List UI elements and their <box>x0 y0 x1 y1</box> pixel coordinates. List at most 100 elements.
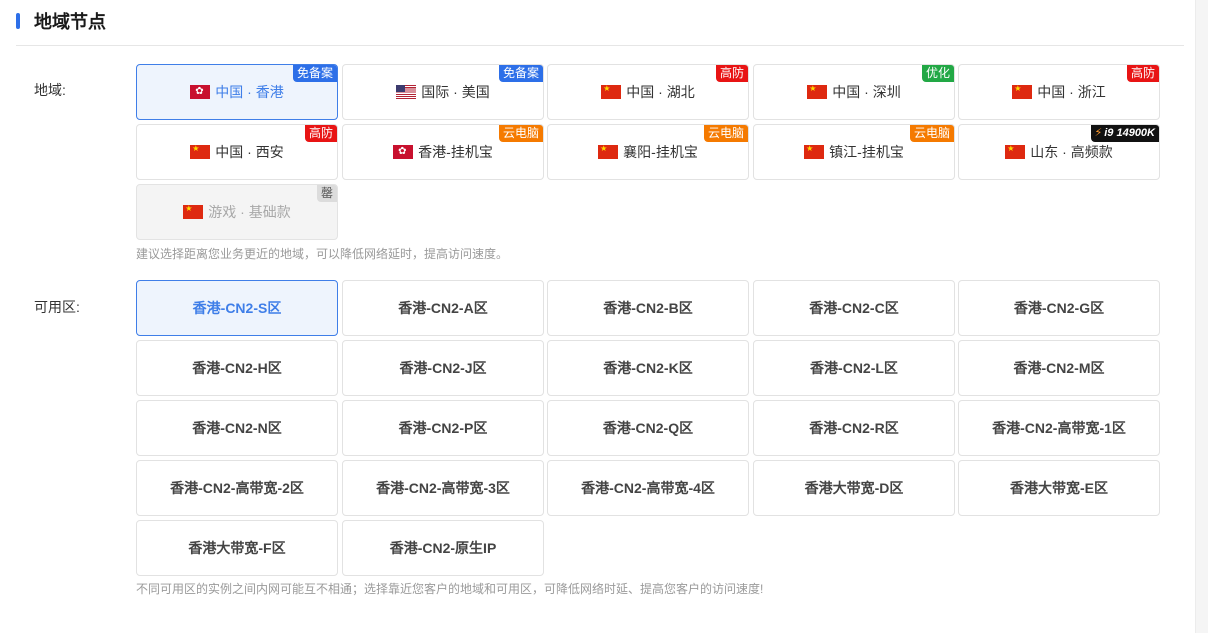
region-badge: 免备案 <box>498 65 543 82</box>
page-scrollbar[interactable] <box>1195 0 1208 633</box>
china-flag-icon <box>804 145 825 159</box>
zone-option-label: 香港大带宽-F区 <box>188 540 286 556</box>
zone-option[interactable]: 香港-CN2-A区 <box>342 280 544 336</box>
region-badge-text: i9 14900K <box>1104 127 1155 139</box>
region-label: 地域: <box>34 82 66 98</box>
zone-option[interactable]: 香港-CN2-J区 <box>342 340 544 396</box>
zone-option-label: 香港-CN2-A区 <box>398 300 488 316</box>
region-option: 游戏 · 基础款 罄 <box>136 184 338 240</box>
zone-option-label: 香港-CN2-K区 <box>603 360 693 376</box>
zone-option-label: 香港-CN2-高带宽-2区 <box>170 480 304 496</box>
zone-option-label: 香港-CN2-Q区 <box>602 420 694 436</box>
us-flag-icon <box>396 85 417 99</box>
region-option[interactable]: 中国 · 浙江 高防 <box>958 64 1160 120</box>
region-option-label: 香港-挂机宝 <box>418 144 493 160</box>
region-option-label: 游戏 · 基础款 <box>208 204 291 220</box>
zone-option-label: 香港大带宽-E区 <box>1010 480 1108 496</box>
region-option[interactable]: 中国 · 深圳 优化 <box>753 64 955 120</box>
zone-option[interactable]: 香港-CN2-高带宽-3区 <box>342 460 544 516</box>
region-option-label: 中国 · 香港 <box>215 84 284 100</box>
zone-option-label: 香港-CN2-H区 <box>192 360 282 376</box>
zone-option-label: 香港-CN2-N区 <box>192 420 282 436</box>
region-option-label: 山东 · 高频款 <box>1030 144 1113 160</box>
zone-option[interactable]: 香港-CN2-高带宽-4区 <box>547 460 749 516</box>
region-badge: 罄 <box>316 185 337 202</box>
region-badge-text: 高防 <box>719 66 744 80</box>
zone-option[interactable]: 香港-CN2-R区 <box>753 400 955 456</box>
zone-option-label: 香港-CN2-S区 <box>192 300 282 316</box>
region-badge: 高防 <box>1126 65 1159 82</box>
zone-option[interactable]: 香港-CN2-S区 <box>136 280 338 336</box>
region-badge: 云电脑 <box>703 125 748 142</box>
zone-option-label: 香港-CN2-L区 <box>810 360 898 376</box>
zone-option[interactable]: 香港-CN2-高带宽-2区 <box>136 460 338 516</box>
china-flag-icon <box>1005 145 1026 159</box>
china-flag-icon <box>1012 85 1033 99</box>
region-badge: 高防 <box>304 125 337 142</box>
zone-option-label: 香港-CN2-C区 <box>809 300 899 316</box>
zone-option-label: 香港-CN2-高带宽-1区 <box>992 420 1126 436</box>
region-option-label: 中国 · 湖北 <box>626 84 695 100</box>
zone-option-label: 香港-CN2-G区 <box>1013 300 1105 316</box>
lightning-icon: ⚡ <box>1094 127 1103 139</box>
zone-option-label: 香港-CN2-R区 <box>809 420 899 436</box>
region-option[interactable]: 中国 · 香港免备案 <box>136 64 338 120</box>
zone-option[interactable]: 香港-CN2-C区 <box>753 280 955 336</box>
region-option[interactable]: 国际 · 美国 免备案 <box>342 64 544 120</box>
section-divider <box>16 45 1184 46</box>
region-option-label: 中国 · 浙江 <box>1037 84 1106 100</box>
region-badge: 优化 <box>921 65 954 82</box>
zone-option[interactable]: 香港大带宽-E区 <box>958 460 1160 516</box>
china-flag-icon <box>190 145 211 159</box>
region-option[interactable]: 中国 · 湖北 高防 <box>547 64 749 120</box>
region-badge: 云电脑 <box>909 125 954 142</box>
region-option[interactable]: 中国 · 西安 高防 <box>136 124 338 180</box>
section-accent-bar <box>16 13 20 29</box>
region-badge-text: 高防 <box>308 126 333 140</box>
hong-kong-flag-icon <box>190 85 211 99</box>
zone-option-label: 香港-CN2-高带宽-3区 <box>376 480 510 496</box>
zone-option[interactable]: 香港-CN2-B区 <box>547 280 749 336</box>
zone-option-label: 香港-CN2-高带宽-4区 <box>581 480 715 496</box>
region-option[interactable]: 山东 · 高频款 ⚡i9 14900K <box>958 124 1160 180</box>
region-badge-text: 云电脑 <box>502 126 539 140</box>
region-badge-text: 免备案 <box>502 66 539 80</box>
china-flag-icon <box>183 205 204 219</box>
region-badge-text: 云电脑 <box>913 126 950 140</box>
region-badge-text: 高防 <box>1130 66 1155 80</box>
zone-option[interactable]: 香港-CN2-G区 <box>958 280 1160 336</box>
region-badge: 高防 <box>715 65 748 82</box>
zone-option[interactable]: 香港-CN2-原生IP <box>342 520 544 576</box>
zone-option-label: 香港-CN2-B区 <box>603 300 693 316</box>
zone-hint: 不同可用区的实例之间内网可能互不相通；选择靠近您客户的地域和可用区，可降低网络时… <box>136 582 764 596</box>
region-badge: ⚡ i9 14900K <box>1090 125 1159 142</box>
zone-option[interactable]: 香港-CN2-高带宽-1区 <box>958 400 1160 456</box>
region-badge: 云电脑 <box>498 125 543 142</box>
region-badge-text: 云电脑 <box>707 126 744 140</box>
zone-option[interactable]: 香港-CN2-M区 <box>958 340 1160 396</box>
zone-option[interactable]: 香港-CN2-K区 <box>547 340 749 396</box>
zone-option[interactable]: 香港-CN2-N区 <box>136 400 338 456</box>
zone-option[interactable]: 香港大带宽-F区 <box>136 520 338 576</box>
region-badge-text: 优化 <box>925 66 950 80</box>
region-option[interactable]: 香港-挂机宝云电脑 <box>342 124 544 180</box>
region-option[interactable]: 镇江-挂机宝云电脑 <box>753 124 955 180</box>
region-hint: 建议选择距离您业务更近的地域，可以降低网络延时，提高访问速度。 <box>136 247 509 261</box>
zone-option[interactable]: 香港大带宽-D区 <box>753 460 955 516</box>
section-title: 地域节点 <box>34 12 106 32</box>
zone-option-label: 香港-CN2-M区 <box>1013 360 1105 376</box>
section-header: 地域节点 <box>16 8 106 34</box>
zone-option[interactable]: 香港-CN2-P区 <box>342 400 544 456</box>
region-option[interactable]: 襄阳-挂机宝云电脑 <box>547 124 749 180</box>
zone-option[interactable]: 香港-CN2-Q区 <box>547 400 749 456</box>
region-badge: 免备案 <box>292 65 337 82</box>
china-flag-icon <box>807 85 828 99</box>
region-option-label: 中国 · 西安 <box>215 144 284 160</box>
zone-option[interactable]: 香港-CN2-L区 <box>753 340 955 396</box>
region-badge-text: 免备案 <box>296 66 333 80</box>
china-flag-icon <box>601 85 622 99</box>
zone-option[interactable]: 香港-CN2-H区 <box>136 340 338 396</box>
region-option-label: 国际 · 美国 <box>421 84 490 100</box>
zone-label: 可用区: <box>34 299 80 315</box>
region-option-label: 襄阳-挂机宝 <box>623 144 698 160</box>
